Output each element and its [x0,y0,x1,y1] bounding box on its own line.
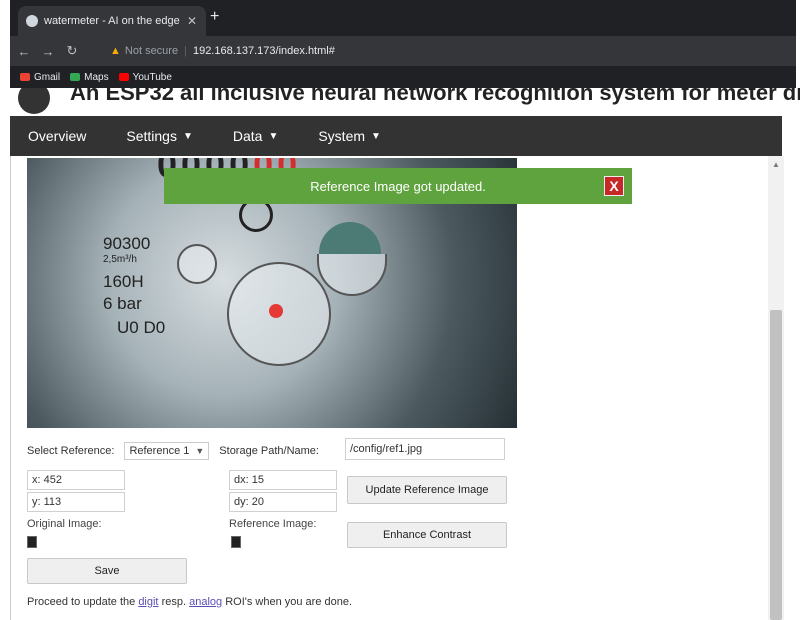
small-dial [317,254,387,296]
flow-indicator [319,222,381,254]
meter-text-line: 2,5m³/h [103,254,137,265]
url-separator: | [184,45,187,57]
page-header: An ESP32 all inclusive neural network re… [0,88,800,116]
url-text: 192.168.137.173/index.html# [192,45,335,57]
chevron-down-icon: ▼ [268,130,279,142]
tab-close-icon[interactable]: ✕ [184,14,200,28]
meter-text-line: U0 D0 [117,318,166,337]
bookmark-label: Gmail [34,71,61,83]
bookmark-gmail[interactable]: Gmail [20,72,60,83]
close-icon[interactable]: X [604,176,624,196]
notification-toast: Reference Image got updated. X [164,168,632,204]
forward-icon[interactable]: → [38,44,58,59]
proceed-text: Proceed to update the digit resp. analog… [27,596,352,608]
meter-hex-dial [177,244,217,284]
storage-path-label: Storage Path/Name: [219,445,319,457]
browser-chrome: watermeter - AI on the edge ✕ + ← → ↻ ▲ … [10,0,796,88]
reload-icon[interactable]: ↻ [62,43,82,59]
save-button[interactable]: Save [27,558,187,584]
favicon-icon [26,15,38,27]
scrollbar-thumb[interactable] [770,310,782,620]
dx-label: dx: [234,474,249,486]
meter-text-line: 6 bar [103,294,142,313]
nav-settings[interactable]: Settings ▼ [126,128,193,144]
page-title: An ESP32 all inclusive neural network re… [70,88,800,105]
digit-roi-link[interactable]: digit [138,596,158,608]
youtube-icon [118,73,129,81]
security-status: Not secure [124,45,179,57]
x-label: x: [32,474,41,486]
storage-path-input[interactable]: /config/ref1.jpg [345,438,505,460]
bookmark-maps[interactable]: Maps [70,71,109,83]
nav-label: Settings [126,128,177,144]
reference-select[interactable]: Reference 1 ▼ [124,442,210,460]
reference-row: Select Reference: Reference 1 ▼ Storage P… [27,442,319,460]
meter-text-line: 160H [103,272,144,291]
toast-message: Reference Image got updated. [310,178,486,194]
enhance-contrast-button[interactable]: Enhance Contrast [347,522,507,548]
update-reference-button[interactable]: Update Reference Image [347,476,507,504]
chevron-down-icon: ▼ [371,130,381,142]
y-value: 113 [43,496,62,508]
x-value: 452 [43,474,62,486]
nav-label: Data [232,128,263,144]
reference-select-value: Reference 1 [129,445,190,457]
bookmark-label: Maps [84,71,109,83]
tab-title: watermeter - AI on the edge [44,15,180,27]
y-input[interactable]: y: 113 [27,492,125,512]
scroll-up-icon[interactable]: ▲ [772,160,780,169]
tab-bar: watermeter - AI on the edge ✕ + [10,0,796,36]
meter-text-line: 90300 [103,234,151,253]
original-image-label: Original Image: [27,518,102,530]
proceed-middle: resp. [161,596,187,608]
browser-toolbar: ← → ↻ ▲ Not secure | 192.168.137.173/ind… [10,36,796,66]
new-tab-icon[interactable]: + [210,8,219,26]
dx-value: 15 [251,474,264,486]
nav-label: System [318,128,366,144]
address-bar[interactable]: ▲ Not secure | 192.168.137.173/index.htm… [110,40,710,62]
bookmark-label: YouTube [132,71,172,83]
dy-value: 20 [251,496,264,508]
storage-path-value: /config/ref1.jpg [350,443,423,455]
nav-label: Overview [28,128,87,144]
x-input[interactable]: x: 452 [27,470,125,490]
y-label: y: [32,496,41,508]
warning-icon: ▲ [110,45,121,57]
maps-icon [70,73,81,81]
chevron-down-icon: ▼ [195,446,205,456]
content-area: 000000 90300 2,5m³/h 160H 6 bar U0 D0 Se… [10,156,787,620]
original-image-thumbnail [27,536,37,548]
analog-roi-link[interactable]: analog [189,596,222,608]
logo-icon [18,88,50,114]
dy-input[interactable]: dy: 20 [229,492,337,512]
bookmarks-bar: Gmail Maps YouTube [10,66,796,88]
nav-data[interactable]: Data ▼ [233,128,278,144]
nav-system[interactable]: System ▼ [318,128,381,144]
proceed-suffix: ROI's when you are done. [225,596,353,608]
chevron-down-icon: ▼ [182,130,193,142]
back-icon[interactable]: ← [14,44,34,59]
browser-tab[interactable]: watermeter - AI on the edge ✕ [18,6,206,36]
dy-label: dy: [234,496,249,508]
bookmark-youtube[interactable]: YouTube [118,71,172,83]
dx-input[interactable]: dx: 15 [229,470,337,490]
reference-image-thumbnail [231,536,241,548]
analog-needle [269,304,283,318]
main-navbar: Overview Settings ▼ Data ▼ System ▼ [10,116,782,156]
proceed-prefix: Proceed to update the [27,596,136,608]
select-reference-label: Select Reference: [27,445,115,457]
nav-overview[interactable]: Overview [28,128,86,144]
gmail-icon [20,73,30,81]
reference-image-label: Reference Image: [229,518,317,530]
